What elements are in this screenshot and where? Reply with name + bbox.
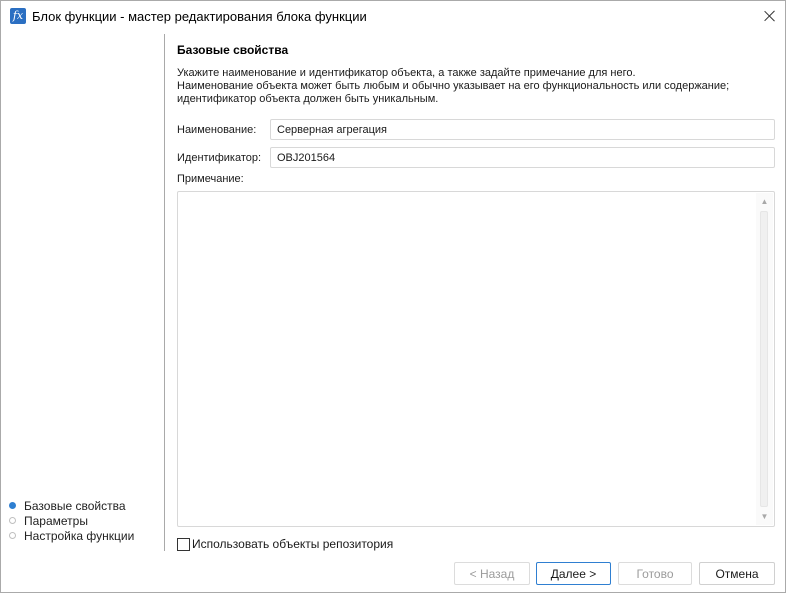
nav-item-label: Базовые свойства [24, 498, 126, 513]
name-label: Наименование: [177, 124, 257, 136]
wizard-steps-nav: Базовые свойства Параметры Настройка фун… [9, 498, 134, 543]
function-icon: fx [10, 8, 26, 24]
wizard-window: fx Блок функции - мастер редактирования … [0, 0, 786, 593]
nav-item-basic-properties[interactable]: Базовые свойства [9, 498, 134, 513]
name-input[interactable] [270, 119, 775, 140]
nav-item-function-setup[interactable]: Настройка функции [9, 528, 134, 543]
repository-objects-label: Использовать объекты репозитория [192, 537, 394, 551]
step-dot-icon [9, 502, 16, 509]
scroll-track[interactable] [760, 211, 768, 507]
step-dot-icon [9, 532, 16, 539]
cancel-button[interactable]: Отмена [699, 562, 775, 585]
close-icon[interactable] [755, 1, 785, 31]
description-line: Укажите наименование и идентификатор объ… [177, 67, 636, 79]
description-line: идентификатор объекта должен быть уникал… [177, 93, 439, 105]
nav-item-parameters[interactable]: Параметры [9, 513, 134, 528]
nav-divider [164, 34, 165, 551]
section-title: Базовые свойства [177, 43, 289, 57]
nav-item-label: Настройка функции [24, 528, 135, 543]
repository-objects-option[interactable]: Использовать объекты репозитория [177, 537, 393, 551]
note-label: Примечание: [177, 173, 244, 185]
finish-button[interactable]: Готово [618, 562, 692, 585]
repository-objects-checkbox[interactable] [177, 537, 190, 551]
identifier-label: Идентификатор: [177, 152, 262, 164]
description-line: Наименование объекта может быть любым и … [177, 80, 730, 92]
identifier-input[interactable] [270, 147, 775, 168]
nav-item-label: Параметры [24, 513, 88, 528]
scroll-down-icon[interactable]: ▼ [756, 508, 773, 525]
step-dot-icon [9, 517, 16, 524]
note-textarea[interactable]: ▲ ▼ [177, 191, 775, 527]
title-bar: fx Блок функции - мастер редактирования … [1, 1, 785, 32]
scroll-up-icon[interactable]: ▲ [756, 193, 773, 210]
back-button[interactable]: < Назад [454, 562, 530, 585]
note-scrollbar[interactable]: ▲ ▼ [756, 193, 773, 525]
next-button[interactable]: Далее > [536, 562, 611, 585]
window-title: Блок функции - мастер редактирования бло… [32, 9, 367, 24]
